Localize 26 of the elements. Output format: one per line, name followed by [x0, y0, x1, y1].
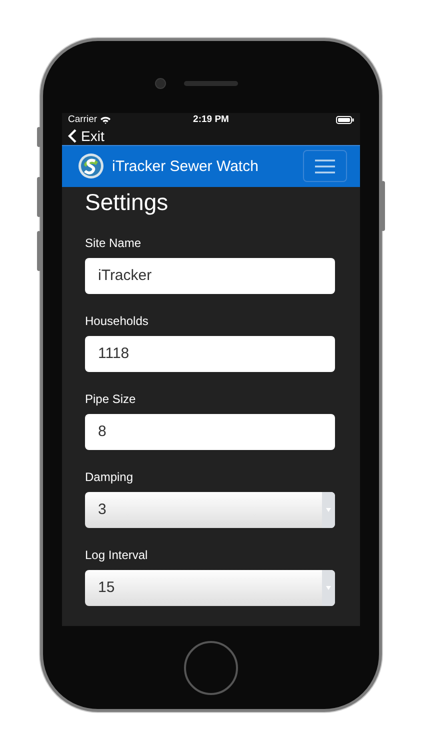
chevron-left-icon [68, 128, 77, 143]
dropdown-field[interactable]: 15 [85, 570, 335, 606]
field-label: Damping [85, 470, 134, 484]
field-label: Households [85, 314, 150, 328]
field-label: Site Name [85, 236, 142, 250]
dropdown-field[interactable]: 3 [85, 492, 335, 528]
text-field[interactable]: 8 [85, 414, 335, 450]
app-title: iTracker Sewer Watch [112, 158, 260, 175]
field-label: Pipe Size [85, 392, 137, 406]
home-button[interactable] [184, 640, 238, 694]
wifi-icon [100, 116, 112, 124]
page-title: Settings [85, 188, 170, 216]
logo-icon [78, 153, 104, 180]
dropdown-arrow-icon [326, 586, 331, 590]
field-label: Log Interval [85, 548, 149, 562]
text-field[interactable]: 1118 [85, 336, 335, 372]
camera-icon [155, 78, 166, 89]
battery-icon [336, 116, 354, 124]
text-field[interactable]: iTracker [85, 258, 335, 294]
menu-button[interactable] [303, 150, 347, 182]
speaker-grille [184, 81, 238, 86]
back-button[interactable]: Exit [68, 128, 104, 144]
status-time: 2:19 PM [193, 114, 229, 126]
carrier-label: Carrier [68, 114, 98, 126]
dropdown-arrow-icon [326, 508, 331, 512]
menu-icon [315, 158, 335, 174]
